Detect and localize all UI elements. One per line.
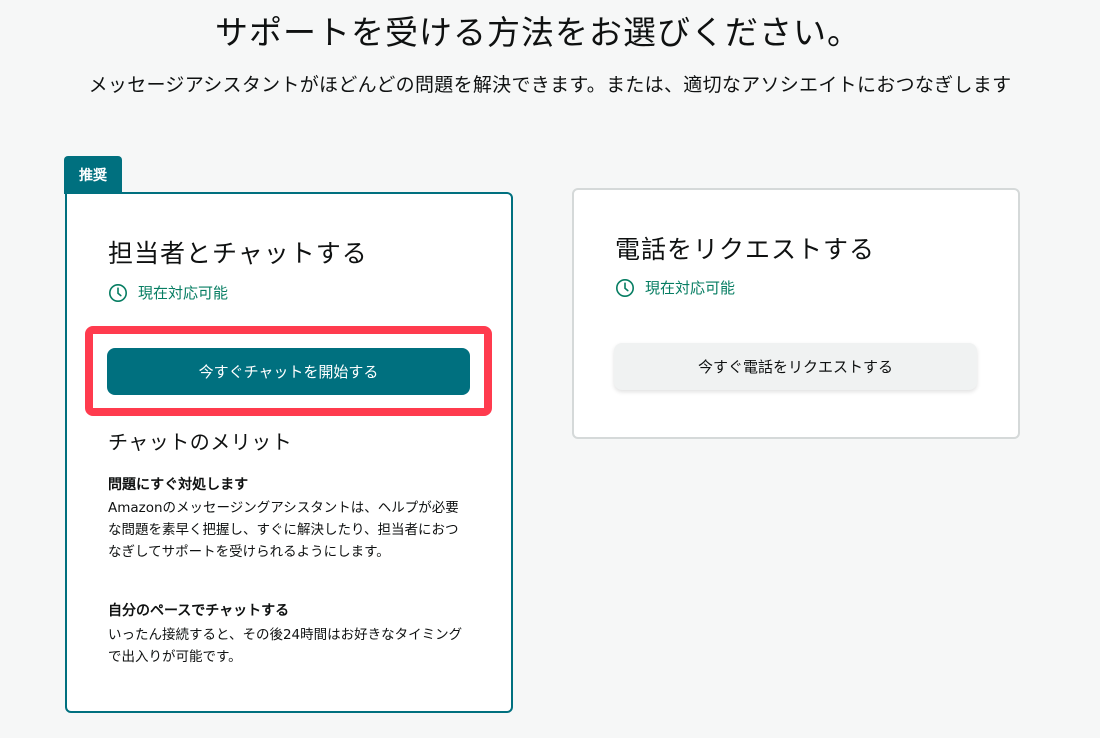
benefit-heading: 自分のペースでチャットする: [108, 603, 290, 619]
page-subtitle: メッセージアシスタントがほどんどの問題を解決できます。または、適切なアソシエイト…: [88, 74, 1012, 96]
phone-card-title: 電話をリクエストする: [615, 235, 876, 264]
phone-option-card: [572, 188, 1020, 439]
clock-icon: [108, 283, 128, 303]
start-chat-button[interactable]: 今すぐチャットを開始する: [107, 348, 470, 395]
chat-card-title: 担当者とチャットする: [108, 239, 368, 268]
chat-availability-label: 現在対応可能: [138, 284, 229, 302]
chat-availability-status: 現在対応可能: [108, 282, 228, 303]
recommended-badge: 推奨: [64, 156, 122, 194]
phone-availability-label: 現在対応可能: [645, 279, 736, 297]
clock-icon: [615, 278, 635, 298]
request-call-button[interactable]: 今すぐ電話をリクエストする: [614, 343, 977, 390]
benefit-text: Amazonのメッセージングアシスタントは、ヘルプが必要な問題を素早く把握し、す…: [108, 500, 459, 560]
chat-benefits-title: チャットのメリット: [108, 430, 293, 454]
page-title: サポートを受ける方法をお選びください。: [215, 13, 861, 52]
benefit-text: いったん接続すると、その後24時間はお好きなタイミングで出入りが可能です。: [108, 627, 463, 665]
benefit-heading: 問題にすぐ対処します: [108, 477, 249, 493]
phone-availability-status: 現在対応可能: [615, 277, 735, 298]
